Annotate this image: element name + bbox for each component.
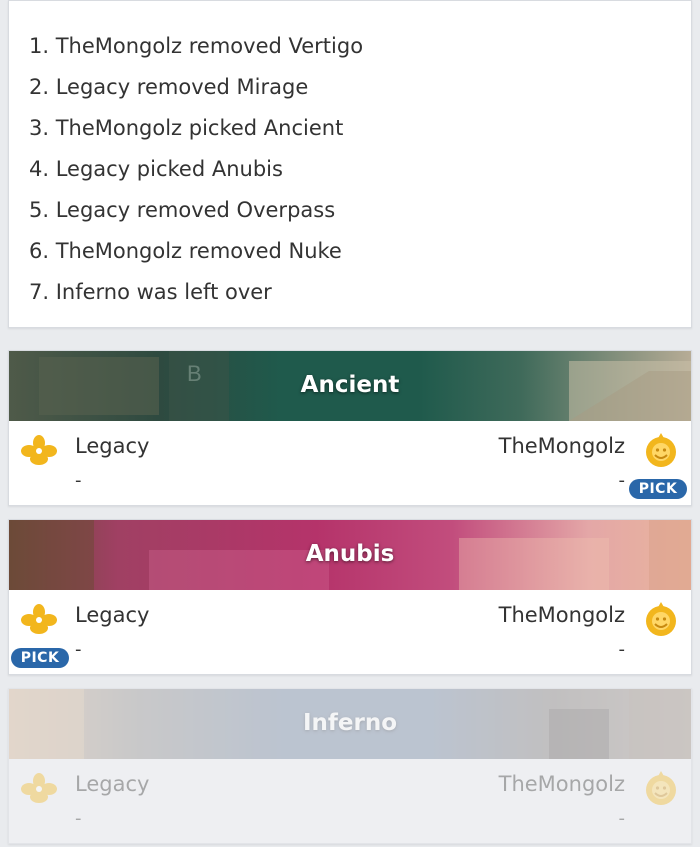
team1-score: -	[75, 808, 82, 829]
team2-name: TheMongolz	[498, 434, 625, 458]
veto-step: 1. TheMongolz removed Vertigo	[29, 34, 364, 58]
map-name: Anubis	[305, 541, 395, 567]
score-row: Legacy - TheMongolz -	[9, 759, 691, 843]
team2-name: TheMongolz	[498, 772, 625, 796]
legacy-logo-icon	[19, 431, 59, 471]
team1-name: Legacy	[75, 772, 150, 796]
score-row: Legacy - TheMongolz - PICK	[9, 421, 691, 505]
team2-score: -	[618, 808, 626, 829]
themongolz-logo-icon	[641, 600, 681, 640]
map-card-inferno: Inferno Legacy - TheMongolz -	[8, 688, 692, 844]
score-row: PICK Legacy - TheMongolz -	[9, 590, 691, 674]
team1-name: Legacy	[75, 434, 150, 458]
team2-name: TheMongolz	[498, 603, 625, 627]
map-banner-ancient: B Ancient	[9, 351, 691, 421]
map-banner-inferno: Inferno	[9, 689, 691, 759]
team1-score: -	[75, 639, 82, 660]
legacy-logo-icon	[19, 769, 59, 809]
veto-step: 4. Legacy picked Anubis	[29, 157, 283, 181]
pick-badge: PICK	[629, 479, 687, 499]
veto-step: 6. TheMongolz removed Nuke	[29, 239, 342, 263]
map-card-anubis: Anubis PICK Legacy - TheMongolz -	[8, 519, 692, 675]
map-card-ancient: B Ancient Legacy - TheMongolz - PICK	[8, 350, 692, 506]
map-name: Ancient	[300, 372, 400, 398]
veto-list: 1. TheMongolz removed Vertigo 2. Legacy …	[29, 31, 363, 318]
themongolz-logo-icon	[641, 431, 681, 471]
veto-step: 7. Inferno was left over	[29, 280, 272, 304]
team2-score: -	[618, 470, 626, 491]
map-name: Inferno	[302, 710, 398, 736]
veto-summary: 1. TheMongolz removed Vertigo 2. Legacy …	[8, 0, 692, 328]
pick-badge: PICK	[11, 648, 69, 668]
map-banner-anubis: Anubis	[9, 520, 691, 590]
veto-step: 3. TheMongolz picked Ancient	[29, 116, 344, 140]
themongolz-logo-icon	[641, 769, 681, 809]
team2-score: -	[618, 639, 626, 660]
team1-name: Legacy	[75, 603, 150, 627]
veto-step: 2. Legacy removed Mirage	[29, 75, 309, 99]
team1-score: -	[75, 470, 82, 491]
legacy-logo-icon	[19, 600, 59, 640]
veto-step: 5. Legacy removed Overpass	[29, 198, 336, 222]
